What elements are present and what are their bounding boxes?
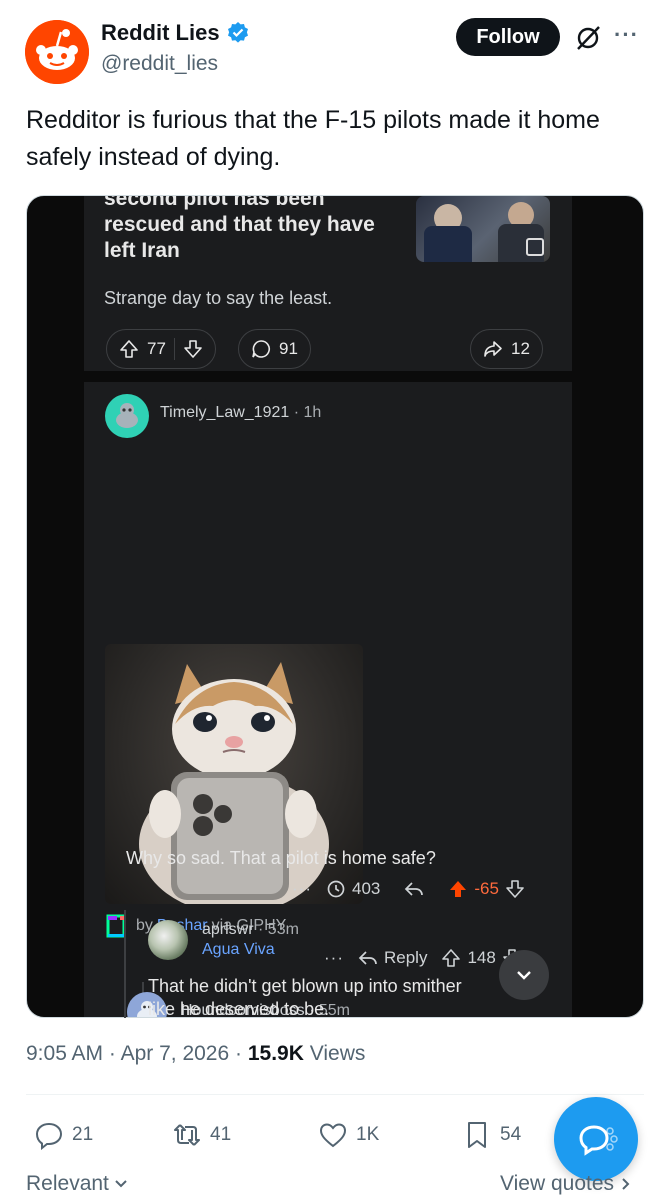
comment1-username[interactable]: Timely_Law_1921 (160, 404, 289, 421)
commenter-avatar[interactable] (127, 992, 167, 1017)
tweet-header: Reddit Lies @reddit_lies Follow ··· (0, 0, 670, 100)
post-title-line: left Iran (104, 239, 180, 262)
comment-thread: Timely_Law_1921 · 1h by Bashar via GIPHY… (84, 382, 572, 1018)
post-title-line: second pilot has been (104, 195, 325, 210)
comment1-meta: Timely_Law_1921 · 1h (160, 404, 322, 421)
tweet-time[interactable]: 9:05 AM (26, 1042, 103, 1065)
divider (26, 1094, 644, 1095)
reply-icon (358, 951, 377, 965)
vote-pill[interactable]: 77 (106, 329, 216, 369)
cat-gif-image[interactable] (105, 644, 363, 904)
giphy-via: via GIPHY (211, 917, 287, 934)
comment1-vote-count: 148 (467, 948, 496, 967)
author-avatar[interactable] (25, 20, 89, 84)
scroll-down-button[interactable] (499, 950, 549, 1000)
bookmark-count: 54 (500, 1124, 522, 1145)
comment-icon (252, 340, 270, 358)
snoo-avatar-icon (137, 1001, 157, 1017)
author-name-row: Reddit Lies (101, 20, 250, 46)
tweet-text: Redditor is furious that the F-15 pilots… (26, 106, 600, 171)
reddit-post-card: second pilot has been rescued and that t… (84, 196, 572, 371)
retweet-icon (174, 1124, 200, 1146)
post-thumbnail (416, 196, 550, 262)
views-count: 15.9K (247, 1042, 304, 1065)
sad-cat-illustration (139, 662, 329, 904)
comment2-username[interactable]: Houndoomisboss (181, 1002, 305, 1017)
snoo-avatar-icon (116, 403, 138, 428)
giphy-icon (106, 914, 126, 938)
author-handle[interactable]: @reddit_lies (101, 52, 218, 76)
upvote-icon (120, 340, 138, 358)
reply-bubble-icon (35, 1122, 63, 1150)
post-body: Strange day to say the least. (104, 288, 333, 308)
heart-icon (319, 1123, 347, 1148)
verified-badge-icon (227, 22, 248, 43)
external-link-icon (526, 238, 544, 256)
more-icon[interactable]: ··· (614, 22, 639, 48)
reply-button[interactable]: Reply (358, 948, 427, 968)
post-comment-count: 91 (279, 339, 298, 358)
follow-button[interactable]: Follow (456, 18, 560, 56)
post-title: second pilot has been rescued and that t… (104, 195, 404, 264)
compose-reply-icon (579, 1125, 618, 1156)
giphy-author-link[interactable]: Bashar (157, 917, 208, 935)
comments-pill[interactable]: 91 (238, 329, 311, 369)
chevron-down-icon (115, 1180, 127, 1188)
sort-label: Relevant (26, 1172, 109, 1195)
compose-reply-button[interactable] (554, 1097, 638, 1181)
repost-stat[interactable]: 41 (172, 1120, 231, 1150)
commenter-avatar[interactable] (105, 394, 149, 438)
like-count: 1K (356, 1124, 380, 1145)
giphy-attribution: by Bashar via GIPHY (106, 914, 286, 938)
reply-label: Reply (383, 948, 428, 967)
bookmark-icon (468, 1122, 486, 1148)
embedded-screenshot[interactable]: second pilot has been rescued and that t… (26, 195, 644, 1018)
bookmark-stat[interactable]: 54 (462, 1120, 521, 1150)
share-icon (484, 341, 502, 357)
like-stat[interactable]: 1K (318, 1120, 379, 1150)
reply-stat[interactable]: 21 (34, 1120, 93, 1150)
upvote-icon[interactable] (441, 948, 461, 968)
downvote-icon (184, 340, 202, 358)
views-label: Views (309, 1042, 366, 1065)
chevron-down-icon (517, 971, 531, 980)
tweet-date[interactable]: Apr 7, 2026 (121, 1042, 230, 1065)
comment2-time: 55m (318, 1002, 350, 1018)
sort-dropdown[interactable]: Relevant (26, 1172, 129, 1196)
share-pill[interactable]: 12 (470, 329, 543, 369)
reddit-logo-icon (25, 20, 89, 84)
comment2-meta: Houndoomisboss · 55m (181, 1002, 350, 1018)
reply-count: 21 (72, 1124, 94, 1145)
comment1-time: 1h (303, 404, 322, 421)
author-name[interactable]: Reddit Lies (101, 20, 220, 46)
chevron-right-icon (622, 1178, 630, 1190)
grok-icon[interactable] (574, 24, 602, 52)
view-quotes-label: View quotes (500, 1172, 615, 1195)
view-quotes-link[interactable]: View quotes (500, 1172, 634, 1196)
giphy-by: by (136, 917, 153, 934)
post-share-count: 12 (511, 339, 530, 358)
more-options-icon[interactable]: ··· (324, 948, 344, 968)
post-title-line: rescued and that they have (104, 213, 375, 236)
repost-count: 41 (210, 1124, 232, 1145)
tweet-meta: 9:05 AM · Apr 7, 2026 · 15.9K Views (26, 1042, 366, 1065)
comment1-actions: ··· Reply 148 (324, 948, 522, 968)
post-upvote-count: 77 (147, 339, 166, 358)
